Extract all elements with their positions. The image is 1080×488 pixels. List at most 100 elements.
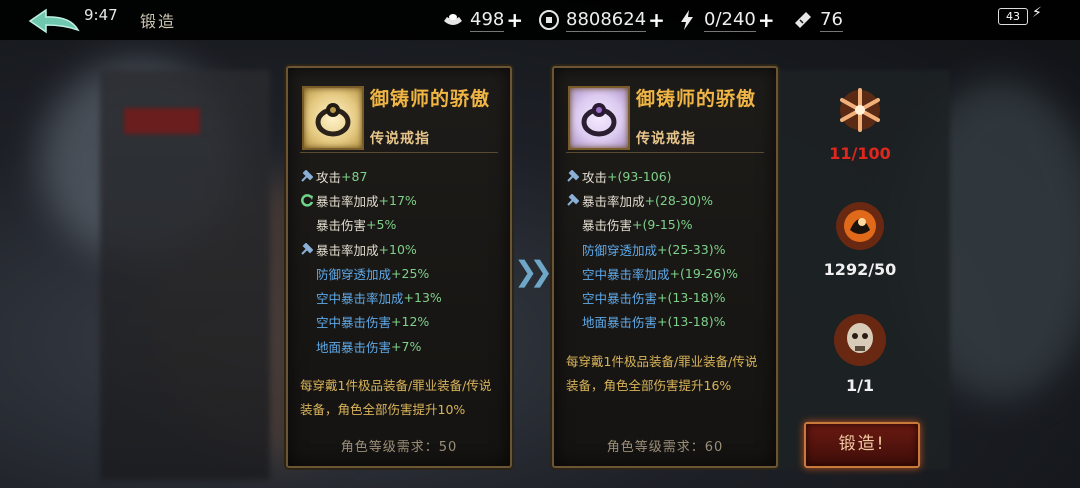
stat-name: 空中暴击伤害 — [582, 291, 658, 307]
upgrade-arrow-icon: ❯❯ — [514, 255, 553, 288]
hammer-icon — [566, 169, 580, 183]
skull-relic-icon — [834, 314, 886, 366]
stat-row: 防御穿透加成 +(25-33)% — [566, 237, 766, 261]
top-bar: 9:47 锻造 498 + 8808624 + 0/240 + 76 43 ⚡ — [0, 0, 1080, 40]
stat-name: 暴击伤害 — [316, 218, 367, 234]
stat-name: 地面暴击伤害 — [582, 315, 658, 331]
material-count: 1292/50 — [823, 260, 897, 279]
ring-item-slot[interactable] — [568, 86, 630, 150]
resource-coin[interactable]: 8808624 + — [538, 7, 665, 33]
back-arrow-icon — [28, 8, 80, 34]
ticket-icon — [795, 12, 811, 28]
item-type: 传说戒指 — [636, 131, 696, 147]
stat-row: 防御穿透加成 +25% — [300, 261, 500, 285]
stat-value: +17% — [378, 192, 417, 208]
add-energy-button[interactable]: + — [758, 8, 775, 32]
stat-row: 暴击率加成 +17% — [300, 188, 500, 212]
hammer-icon — [566, 193, 580, 207]
add-ingot-button[interactable]: + — [506, 8, 523, 32]
resource-energy-value: 0/240 — [704, 8, 756, 32]
divider — [300, 152, 498, 153]
level-requirement: 角色等级需求：50 — [340, 440, 458, 455]
resource-ticket[interactable]: 76 — [792, 7, 843, 33]
stat-row: 攻击 +87 — [300, 164, 500, 188]
resource-coin-value: 8808624 — [566, 8, 647, 32]
snowflake-emblem-icon — [840, 88, 880, 132]
item-name: 御铸师的骄傲 — [636, 88, 757, 110]
stat-name: 暴击率加成 — [582, 193, 645, 209]
material-count: 1/1 — [845, 376, 875, 395]
stat-row: 暴击率加成 +(28-30)% — [566, 188, 766, 212]
resource-ticket-value: 76 — [820, 8, 843, 32]
resource-energy[interactable]: 0/240 + — [676, 7, 775, 33]
stat-name: 空中暴击率加成 — [316, 291, 404, 307]
item-name: 御铸师的骄傲 — [370, 88, 491, 110]
stat-name: 暴击率加成 — [316, 193, 379, 209]
stat-value: +5% — [366, 217, 397, 233]
battery-indicator: 43 — [998, 8, 1028, 25]
add-coin-button[interactable]: + — [648, 8, 665, 32]
ring-icon — [581, 103, 617, 137]
stat-value: +12% — [391, 314, 430, 330]
stat-row: 空中暴击伤害 +(13-18)% — [566, 285, 766, 309]
set-bonus-text: 每穿戴1件极品装备/罪业装备/传说装备，角色全部伤害提升10% — [300, 378, 492, 417]
page-title: 锻造 — [140, 12, 177, 31]
background-scene — [0, 0, 1080, 488]
forge-button[interactable]: 锻造! — [804, 422, 920, 468]
stat-value: +10% — [378, 241, 417, 257]
stat-value: +(93-106) — [607, 168, 672, 184]
stat-row: 空中暴击率加成 +(19-26)% — [566, 261, 766, 285]
level-requirement: 角色等级需求：60 — [606, 440, 724, 455]
stat-value: +(13-18)% — [657, 290, 726, 306]
material-slot[interactable] — [820, 306, 900, 386]
stat-row: 暴击伤害 +(9-15)% — [566, 213, 766, 237]
stat-list: 攻击 +87 暴击率加成 +17% 暴击伤害 +5% 暴击率加成 +10% 防御穿透加成… — [300, 164, 500, 358]
stat-value: +(28-30)% — [644, 192, 713, 208]
ring-item-slot[interactable] — [302, 86, 364, 150]
stat-name: 空中暴击伤害 — [316, 315, 392, 331]
stat-row: 暴击率加成 +10% — [300, 237, 500, 261]
stat-row: 攻击 +(93-106) — [566, 164, 766, 188]
forged-item-card: 御铸师的骄傲 传说戒指 攻击 +(93-106) 暴击率加成 +(28-30)% 暴… — [552, 66, 778, 468]
stat-value: +87 — [341, 168, 368, 184]
stat-name: 攻击 — [316, 169, 342, 185]
hammer-icon — [300, 242, 314, 256]
back-button[interactable] — [24, 6, 84, 36]
stat-name: 攻击 — [582, 169, 608, 185]
ring-icon — [315, 103, 351, 137]
stat-name: 防御穿透加成 — [316, 266, 392, 282]
resource-ingot-value: 498 — [470, 8, 505, 32]
charging-icon: ⚡ — [1032, 5, 1042, 21]
stat-name: 地面暴击伤害 — [316, 339, 392, 355]
stat-row: 空中暴击率加成 +13% — [300, 285, 500, 309]
stat-value: +(13-18)% — [657, 314, 726, 330]
stat-row: 暴击伤害 +5% — [300, 213, 500, 237]
stat-value: +7% — [391, 338, 422, 354]
coin-icon — [539, 10, 559, 30]
stat-name: 防御穿透加成 — [582, 242, 658, 258]
energy-bolt-icon — [681, 10, 693, 30]
hammer-icon — [300, 169, 314, 183]
stat-value: +25% — [391, 265, 430, 281]
divider — [566, 152, 764, 153]
current-item-card: 御铸师的骄傲 传说戒指 攻击 +87 暴击率加成 +17% 暴击伤害 +5% 暴击率加… — [286, 66, 512, 468]
stat-value: +(25-33)% — [657, 241, 726, 257]
set-bonus-text: 每穿戴1件极品装备/罪业装备/传说装备，角色全部伤害提升16% — [566, 354, 758, 393]
stat-value: +13% — [403, 290, 442, 306]
stat-value: +(9-15)% — [632, 217, 693, 233]
stat-row: 地面暴击伤害 +7% — [300, 334, 500, 358]
background-tab — [124, 108, 200, 134]
clock: 9:47 — [84, 6, 118, 24]
reroll-icon — [300, 193, 314, 207]
stat-value: +(19-26)% — [669, 265, 738, 281]
resource-ingot[interactable]: 498 + — [442, 7, 523, 33]
stat-name: 空中暴击率加成 — [582, 266, 670, 282]
fire-ore-icon — [836, 202, 884, 250]
material-count: 11/100 — [829, 144, 891, 163]
ingot-icon — [444, 14, 462, 25]
stat-name: 暴击率加成 — [316, 242, 379, 258]
stat-list: 攻击 +(93-106) 暴击率加成 +(28-30)% 暴击伤害 +(9-15)% … — [566, 164, 766, 334]
stat-row: 地面暴击伤害 +(13-18)% — [566, 310, 766, 334]
item-type: 传说戒指 — [370, 131, 430, 147]
stat-row: 空中暴击伤害 +12% — [300, 310, 500, 334]
